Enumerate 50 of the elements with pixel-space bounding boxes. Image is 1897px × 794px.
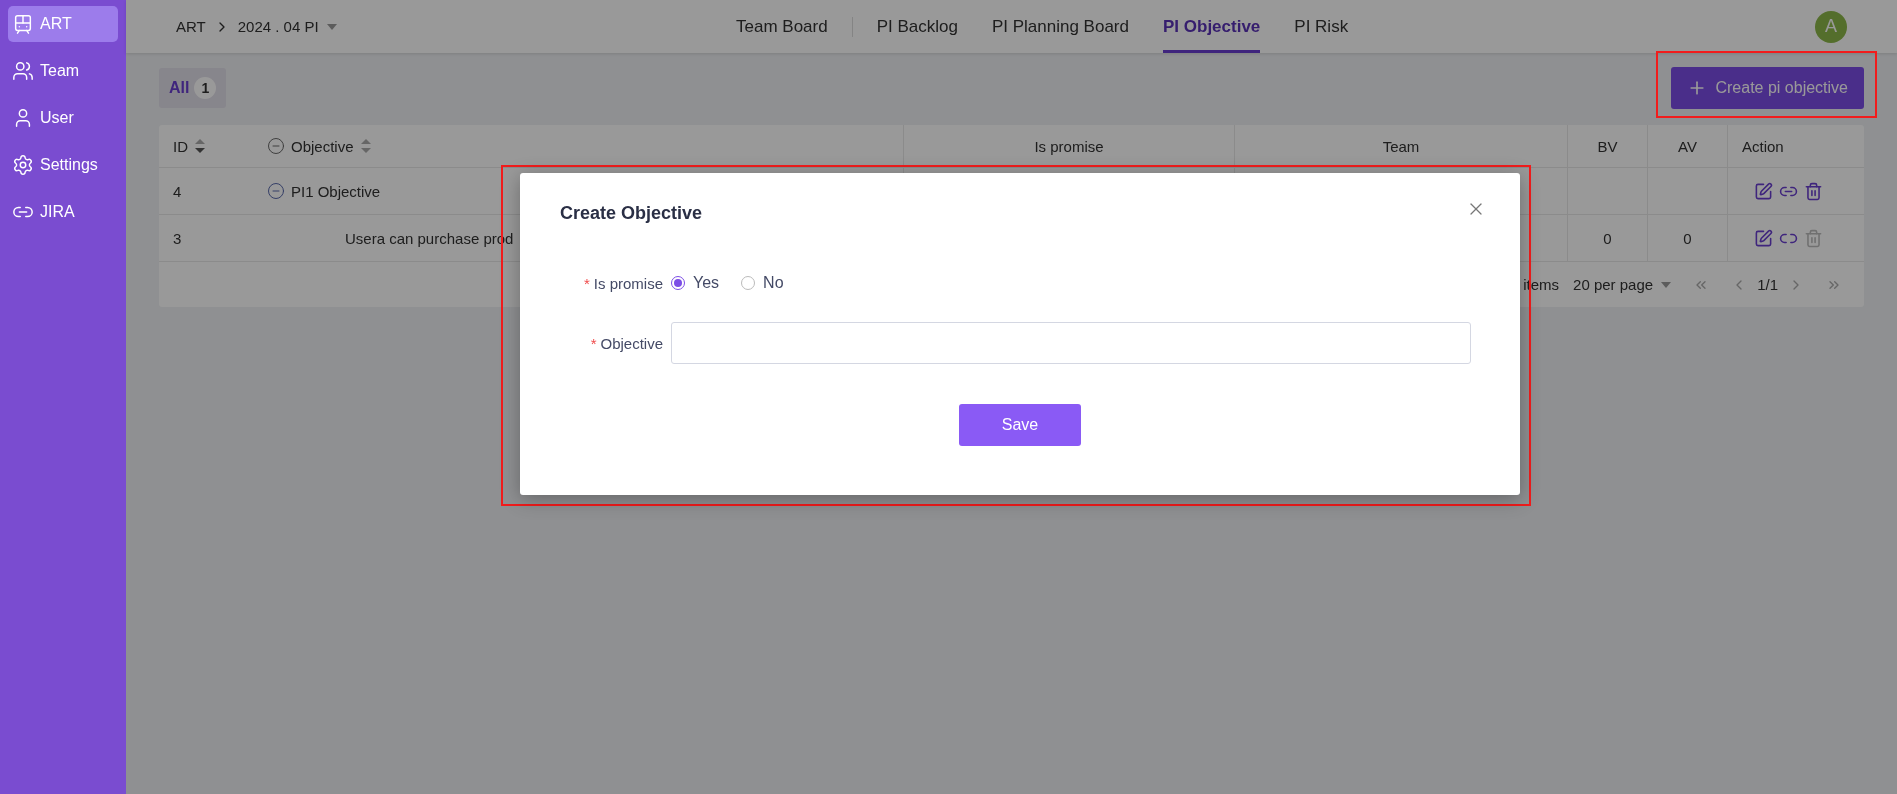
filter-tab[interactable]: All 1	[159, 68, 227, 108]
table-cell: PI1 Objective	[291, 182, 381, 200]
required-mark: *	[590, 334, 597, 352]
gear-icon	[12, 154, 34, 176]
table-cell: 0	[1603, 229, 1612, 247]
column-header: Is promise	[1034, 137, 1104, 155]
field-label: Is promise	[593, 274, 663, 292]
count-badge: 1	[194, 77, 217, 99]
column-header: Team	[1382, 137, 1420, 155]
objective-input[interactable]	[671, 322, 1471, 364]
table-cell-text: 4	[172, 181, 183, 202]
page-indicator: 1/1	[1757, 276, 1778, 293]
column-header: AV	[1678, 137, 1697, 155]
create-button[interactable]: Create pi objective	[1671, 67, 1864, 109]
collapse-icon[interactable]	[267, 182, 285, 200]
save-button[interactable]: Save	[959, 404, 1081, 446]
users-icon	[12, 60, 34, 82]
edit-icon[interactable]	[1754, 228, 1773, 248]
nav-tab[interactable]: Team Board	[736, 0, 828, 53]
nav-tab[interactable]: PI Planning Board	[991, 0, 1129, 53]
field-label: Objective	[600, 334, 663, 352]
column-header: ID	[173, 137, 188, 155]
caret-icon[interactable]	[1661, 281, 1672, 288]
sidebar-item[interactable]: User	[8, 100, 118, 136]
column-header: Objective	[291, 137, 354, 155]
sort-icon[interactable]	[359, 138, 372, 154]
sidebar-item[interactable]: ART	[8, 6, 118, 42]
table-cell-text: 3	[172, 228, 183, 249]
nav-tab[interactable]: PI Objective	[1163, 0, 1261, 53]
sidebar-item[interactable]: Team	[8, 53, 118, 89]
collapse-icon[interactable]	[267, 137, 285, 155]
sidebar-item[interactable]: JIRA	[8, 194, 118, 230]
nav-tab[interactable]: PI Risk	[1294, 0, 1349, 53]
table-cell: 0	[1683, 229, 1692, 247]
sidebar-item[interactable]: Settings	[8, 147, 118, 183]
dialog-title: Create Objective	[560, 203, 703, 224]
page-size-select[interactable]: 20 per page	[1573, 276, 1654, 293]
delete-icon[interactable]	[1804, 181, 1823, 201]
breadcrumb-current[interactable]: 2024 . 04 PI	[237, 18, 319, 35]
required-mark: *	[583, 274, 590, 292]
radio-option[interactable]: Yes	[671, 274, 720, 292]
edit-icon[interactable]	[1754, 181, 1773, 201]
nav-tab[interactable]: PI Backlog	[876, 0, 958, 53]
breadcrumb-link[interactable]: ART	[176, 18, 206, 35]
caret-icon[interactable]	[326, 23, 337, 30]
column-header: BV	[1597, 137, 1618, 155]
sort-icon[interactable]	[194, 138, 206, 154]
radio-option[interactable]: No	[741, 274, 784, 292]
column-header: Action	[1742, 137, 1784, 155]
train-icon	[12, 13, 34, 35]
